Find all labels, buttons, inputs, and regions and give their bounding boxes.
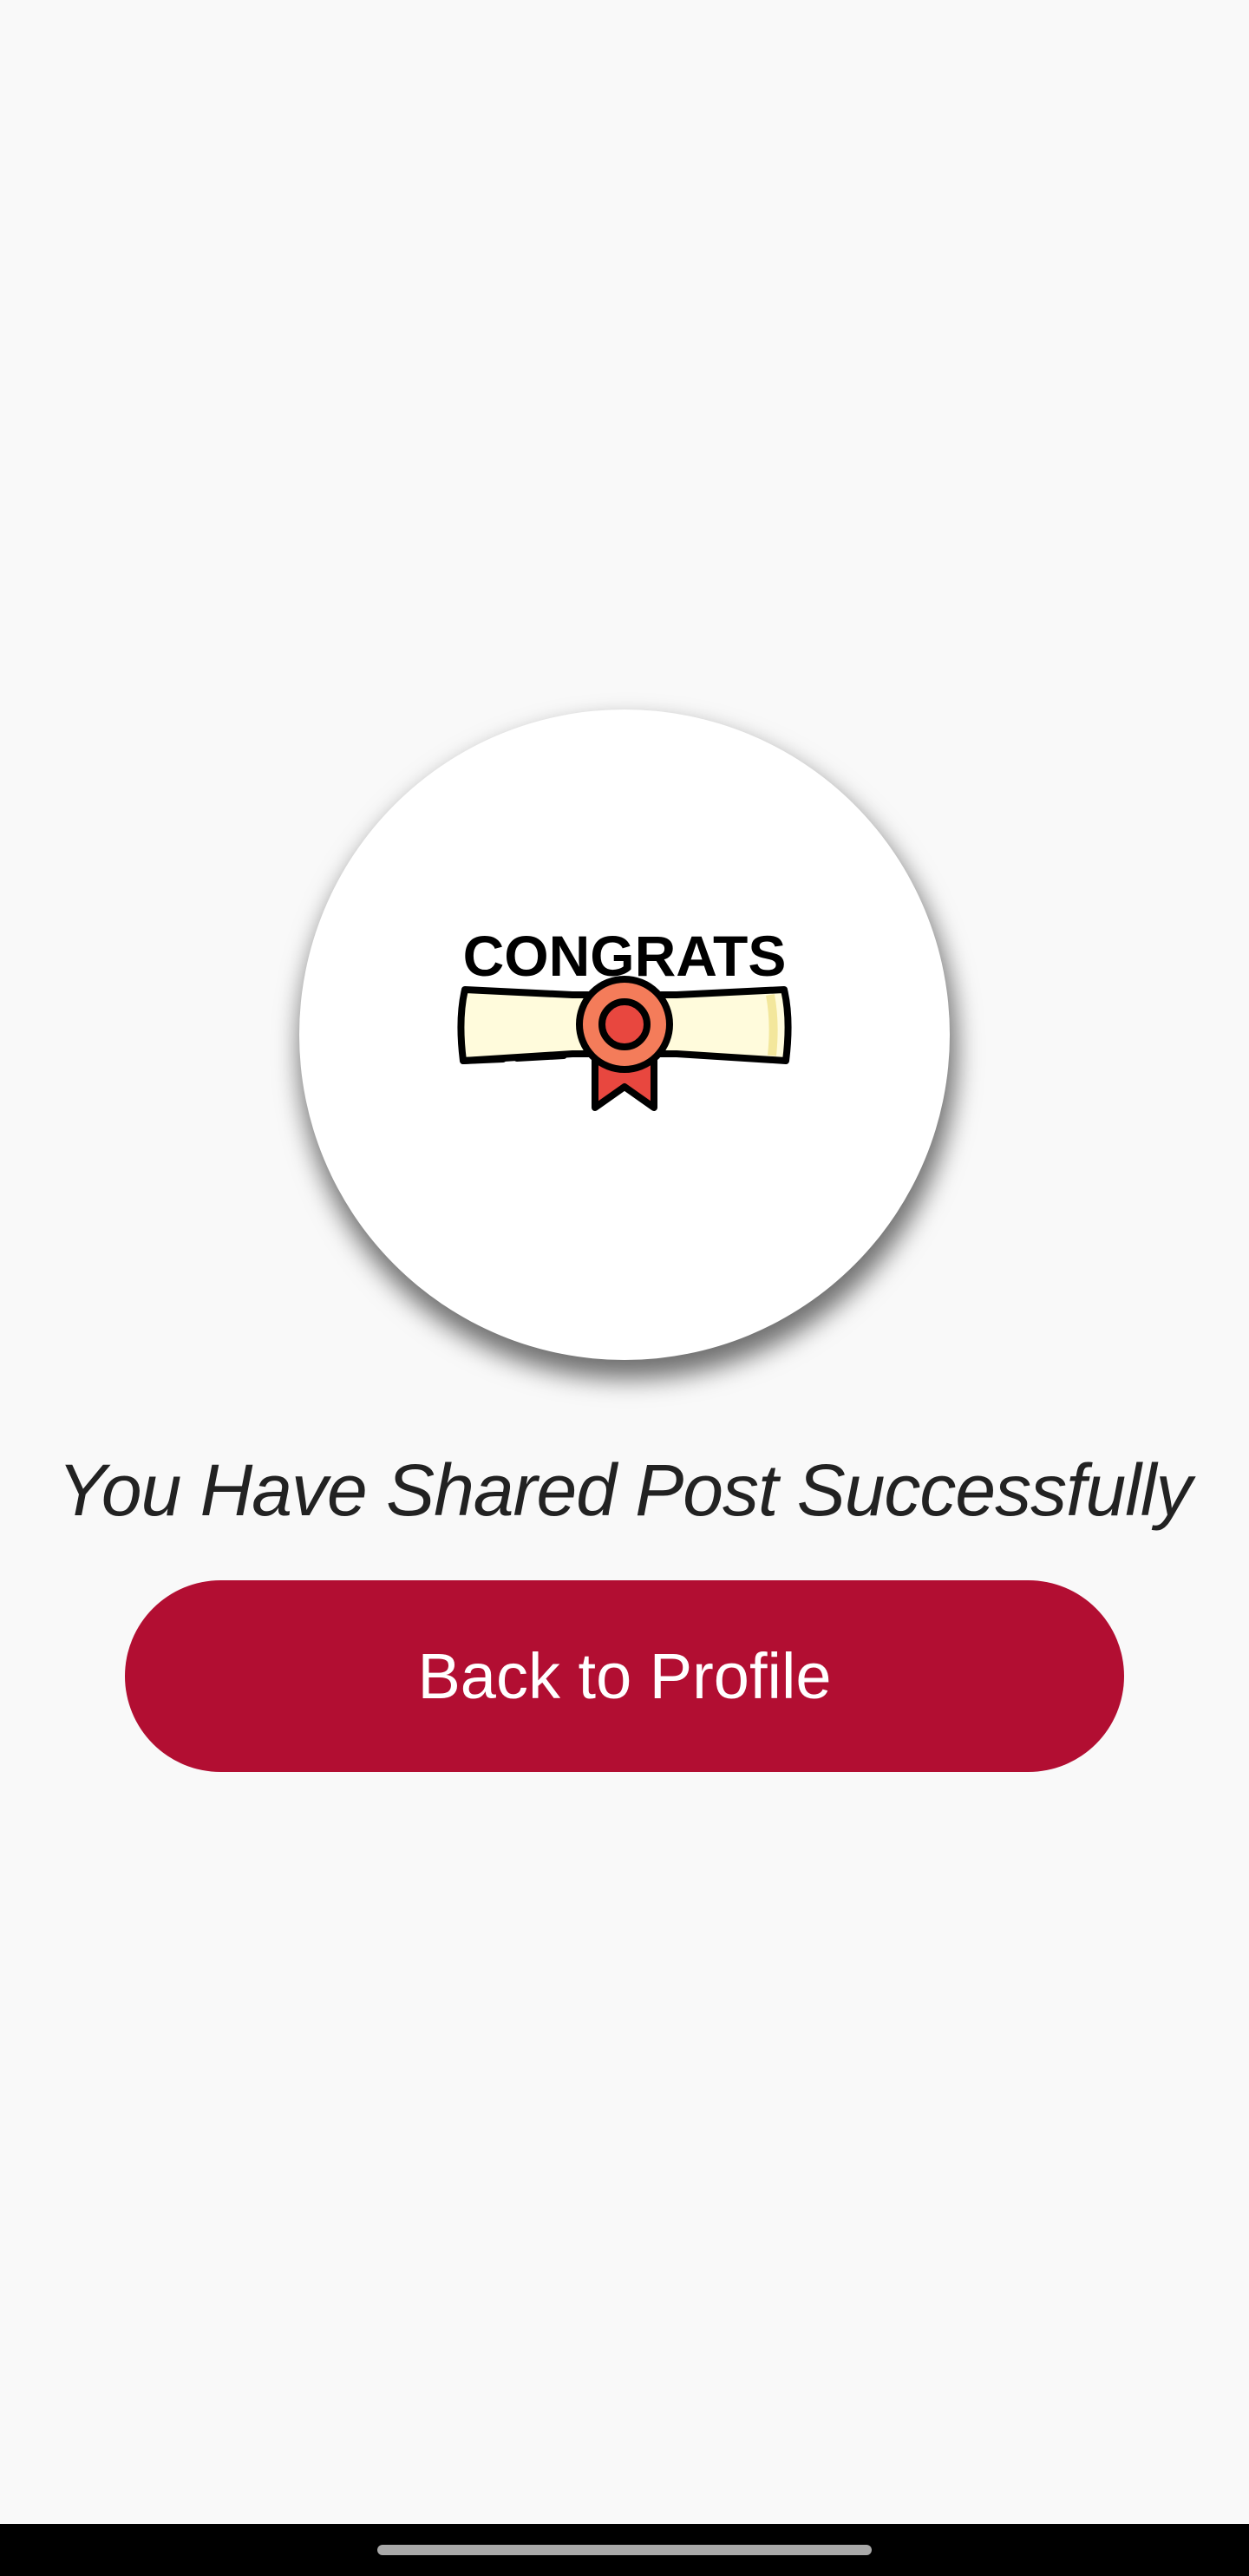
congrats-badge: CONGRATS (299, 709, 950, 1360)
congrats-diploma-icon: CONGRATS (457, 924, 792, 1111)
back-to-profile-label: Back to Profile (417, 1640, 832, 1712)
success-message: You Have Shared Post Successfully (57, 1449, 1192, 1531)
system-navigation-bar (0, 2524, 1249, 2576)
home-indicator-icon[interactable] (377, 2545, 872, 2555)
back-to-profile-button[interactable]: Back to Profile (125, 1580, 1124, 1772)
